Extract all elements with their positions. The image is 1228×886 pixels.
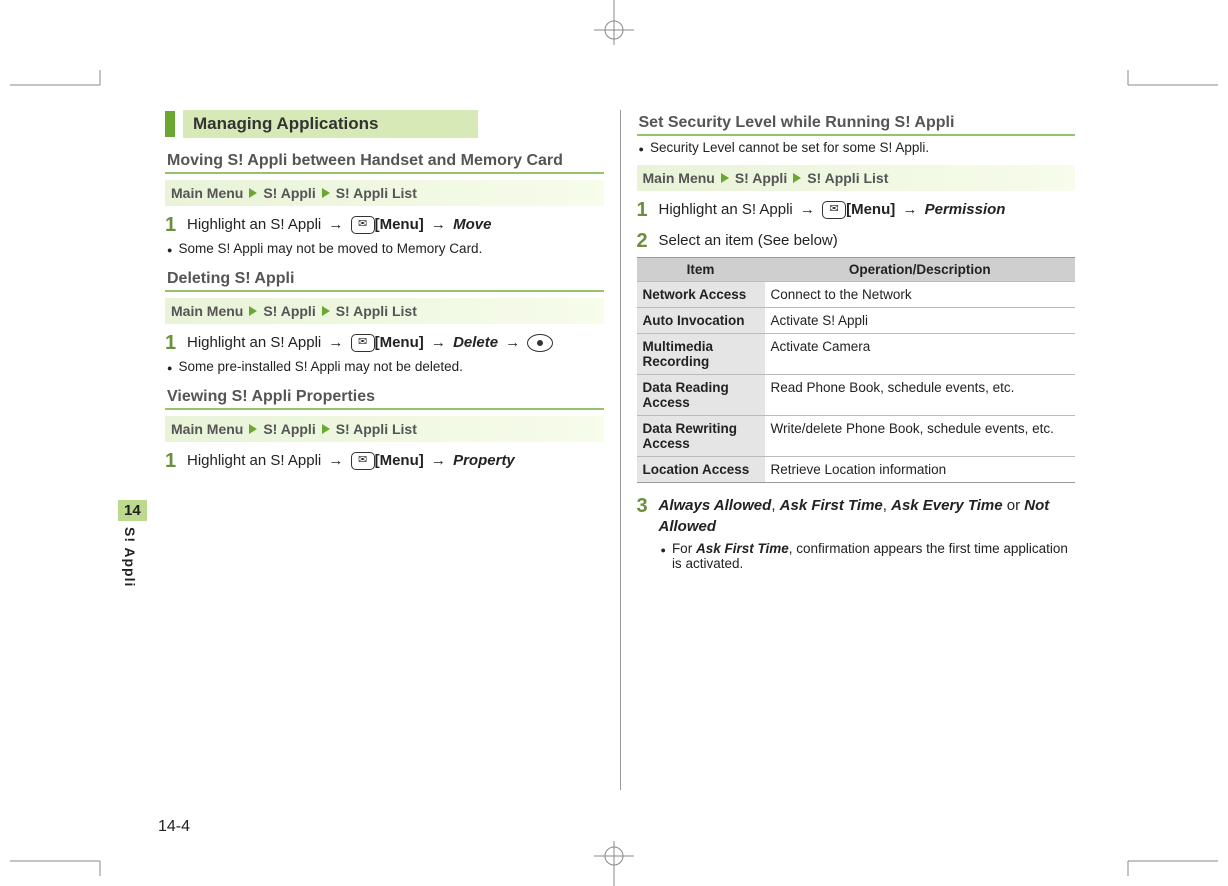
breadcrumb-item: Main Menu [171,185,243,201]
chapter-number: 14 [118,500,147,521]
breadcrumb: Main Menu S! Appli S! Appli List [637,165,1076,191]
chevron-right-icon [249,188,257,198]
step-number: 3 [637,495,659,537]
arrow-right-icon: → [502,334,523,351]
step-number: 1 [165,332,187,355]
table-row: Data Reading AccessRead Phone Book, sche… [637,375,1076,416]
note: Security Level cannot be set for some S!… [639,140,1076,155]
crop-mark [10,70,120,100]
table-header: Item [637,258,765,282]
table-row: Network AccessConnect to the Network [637,282,1076,308]
chevron-right-icon [721,173,729,183]
step-body: Always Allowed, Ask First Time, Ask Ever… [659,495,1076,537]
table-row: Location AccessRetrieve Location informa… [637,457,1076,483]
arrow-right-icon: → [428,452,449,469]
step-body: Highlight an S! Appli → ✉[Menu] → Proper… [187,450,515,473]
table-row: Multimedia RecordingActivate Camera [637,334,1076,375]
breadcrumb: Main Menu S! Appli S! Appli List [165,416,604,442]
breadcrumb: Main Menu S! Appli S! Appli List [165,180,604,206]
chevron-right-icon [793,173,801,183]
chevron-right-icon [249,306,257,316]
mail-key-icon: ✉ [351,452,375,470]
breadcrumb-item: S! Appli [735,170,787,186]
step-body: Select an item (See below) [659,230,838,253]
crop-mark [10,846,120,876]
breadcrumb-item: S! Appli List [336,421,417,437]
step-body: Highlight an S! Appli → ✉[Menu] → Delete… [187,332,553,355]
crop-mark [1108,70,1218,100]
table-row: Auto InvocationActivate S! Appli [637,308,1076,334]
breadcrumb-item: S! Appli List [336,185,417,201]
breadcrumb-item: S! Appli [263,421,315,437]
arrow-right-icon: → [797,201,818,218]
page-number: 14-4 [158,818,190,836]
mail-key-icon: ✉ [351,334,375,352]
arrow-right-icon: → [899,201,920,218]
table-header-row: Item Operation/Description [637,258,1076,282]
step: 1 Highlight an S! Appli → ✉[Menu] → Perm… [637,199,1076,222]
breadcrumb-item: Main Menu [171,421,243,437]
arrow-right-icon: → [325,216,346,233]
arrow-right-icon: → [428,216,449,233]
step-body: Highlight an S! Appli → ✉[Menu] → Move [187,214,491,237]
section-title: Deleting S! Appli [165,266,604,292]
chevron-right-icon [322,424,330,434]
chevron-right-icon [249,424,257,434]
crop-mark [1108,846,1218,876]
chevron-right-icon [322,188,330,198]
breadcrumb: Main Menu S! Appli S! Appli List [165,298,604,324]
step-number: 1 [637,199,659,222]
registration-mark [594,836,634,886]
column-divider [620,110,621,790]
chapter-label: S! Appli [118,521,142,593]
mail-key-icon: ✉ [351,216,375,234]
left-column: Managing Applications Moving S! Appli be… [155,110,614,790]
step: 2 Select an item (See below) [637,230,1076,253]
heading-accent [165,111,175,137]
section-title: Set Security Level while Running S! Appl… [637,110,1076,136]
step: 1 Highlight an S! Appli → ✉[Menu] → Move [165,214,604,237]
registration-mark [594,0,634,50]
arrow-right-icon: → [325,452,346,469]
side-tab: 14 S! Appli [118,500,147,593]
step-number: 1 [165,214,187,237]
sub-note: For Ask First Time, confirmation appears… [661,541,1076,571]
arrow-right-icon: → [325,334,346,351]
step-body: Highlight an S! Appli → ✉[Menu] → Permis… [659,199,1006,222]
step: 1 Highlight an S! Appli → ✉[Menu] → Prop… [165,450,604,473]
breadcrumb-item: Main Menu [643,170,715,186]
page-body: Managing Applications Moving S! Appli be… [155,110,1085,790]
heading-text: Managing Applications [183,110,478,138]
breadcrumb-item: S! Appli List [807,170,888,186]
breadcrumb-item: S! Appli [263,185,315,201]
table-row: Data Rewriting AccessWrite/delete Phone … [637,416,1076,457]
note: Some pre-installed S! Appli may not be d… [167,359,604,374]
right-column: Set Security Level while Running S! Appl… [627,110,1086,790]
section-title: Moving S! Appli between Handset and Memo… [165,148,604,174]
center-key-icon [527,334,553,352]
step: 3 Always Allowed, Ask First Time, Ask Ev… [637,495,1076,537]
step-number: 2 [637,230,659,253]
chevron-right-icon [322,306,330,316]
note: Some S! Appli may not be moved to Memory… [167,241,604,256]
arrow-right-icon: → [428,334,449,351]
permission-table: Item Operation/Description Network Acces… [637,257,1076,483]
breadcrumb-item: S! Appli [263,303,315,319]
step-number: 1 [165,450,187,473]
chapter-heading: Managing Applications [165,110,604,138]
breadcrumb-item: S! Appli List [336,303,417,319]
section-title: Viewing S! Appli Properties [165,384,604,410]
table-header: Operation/Description [765,258,1076,282]
step: 1 Highlight an S! Appli → ✉[Menu] → Dele… [165,332,604,355]
breadcrumb-item: Main Menu [171,303,243,319]
mail-key-icon: ✉ [822,201,846,219]
